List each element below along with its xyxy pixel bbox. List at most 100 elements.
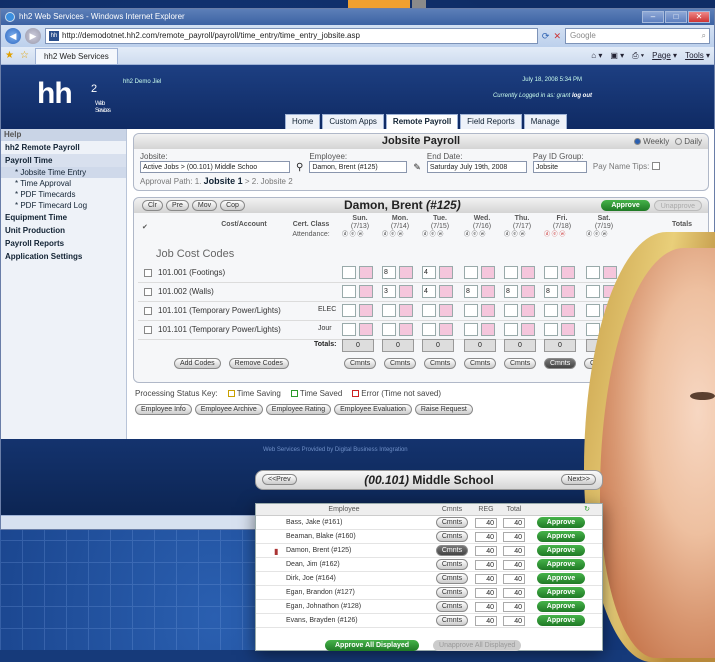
minimize-button[interactable]: – (642, 11, 664, 23)
comments-button[interactable]: Cmnts (435, 545, 469, 556)
hours-cell[interactable] (422, 323, 436, 336)
hours-cell[interactable] (399, 304, 413, 317)
hours-cell[interactable] (544, 323, 558, 336)
sidebar-item[interactable]: Equipment Time (1, 211, 126, 224)
hours-cell[interactable] (561, 304, 575, 317)
hours-cell[interactable] (464, 304, 478, 317)
refresh-icon[interactable]: ↻ (528, 504, 594, 515)
next-button[interactable]: Next>> (561, 474, 596, 485)
hours-cell[interactable] (481, 285, 495, 298)
employee-name[interactable]: Bass, Jake (#161) (256, 519, 432, 526)
sidebar-item[interactable]: Unit Production (1, 224, 126, 237)
tools-menu[interactable]: Tools ▾ (685, 51, 710, 61)
attendance-icons[interactable]: ⓓ ⓔ ⓦ (342, 231, 363, 239)
nav-pre-button[interactable]: Pre (165, 200, 189, 211)
employee-action-button[interactable]: Raise Request (414, 404, 473, 415)
approve-button[interactable]: Approve (536, 559, 586, 570)
comments-button[interactable]: Cmnts (504, 358, 536, 369)
hours-cell[interactable]: 8 (504, 285, 518, 298)
employee-name[interactable]: Beaman, Blake (#160) (256, 533, 432, 540)
employee-name[interactable]: ▮ Damon, Brent (#125) (256, 547, 432, 556)
forward-button[interactable]: ▶ (25, 28, 41, 44)
unapprove-button[interactable]: Unapprove (653, 200, 702, 211)
employee-name[interactable]: Dean, Jim (#162) (256, 561, 432, 568)
sidebar-item[interactable]: * Time Approval (1, 178, 126, 189)
hours-cell[interactable] (439, 304, 453, 317)
comments-button[interactable]: Cmnts (435, 601, 469, 612)
hours-cell[interactable]: 8 (382, 266, 396, 279)
comments-button[interactable]: Cmnts (435, 559, 469, 570)
attendance-icons[interactable]: ⓓ ⓔ ⓦ (586, 231, 607, 239)
back-button[interactable]: ◀ (5, 28, 21, 44)
select-all-checkbox[interactable]: ✔ (142, 223, 148, 231)
employee-name[interactable]: Evans, Brayden (#126) (256, 617, 432, 624)
sidebar-item[interactable]: * PDF Timecards (1, 189, 126, 200)
comments-button[interactable]: Cmnts (384, 358, 416, 369)
hours-cell[interactable] (561, 285, 575, 298)
hours-cell[interactable] (464, 323, 478, 336)
nav-mov-button[interactable]: Mov (191, 200, 218, 211)
hours-cell[interactable] (481, 304, 495, 317)
comments-button[interactable]: Cmnts (344, 358, 376, 369)
attendance-icons[interactable]: ⓓ ⓔ ⓦ (464, 231, 485, 239)
attendance-icons[interactable]: ⓓ ⓔ ⓦ (382, 231, 403, 239)
search-icon[interactable]: ⌕ (702, 29, 706, 43)
search-input[interactable]: Google ⌕ (565, 28, 710, 44)
row-checkbox[interactable] (144, 269, 152, 277)
page-menu[interactable]: Page ▾ (652, 51, 677, 61)
hours-cell[interactable] (521, 285, 535, 298)
unapprove-all-button[interactable]: Unapprove All Displayed (433, 640, 522, 651)
employee-action-button[interactable]: Employee Evaluation (334, 404, 412, 415)
sidebar-help[interactable]: Help (1, 129, 126, 141)
comments-button[interactable]: Cmnts (435, 531, 469, 542)
hours-cell[interactable] (382, 323, 396, 336)
comments-button[interactable]: Cmnts (544, 358, 576, 369)
hours-cell[interactable] (521, 304, 535, 317)
add-favorite-icon[interactable]: ☆ (20, 50, 29, 61)
hours-cell[interactable] (561, 323, 575, 336)
hours-cell[interactable]: 4 (422, 285, 436, 298)
employee-name[interactable]: Dirk, Joe (#164) (256, 575, 432, 582)
comments-button[interactable]: Cmnts (464, 358, 496, 369)
sidebar-item[interactable]: Payroll Reports (1, 237, 126, 250)
hours-cell[interactable] (504, 304, 518, 317)
tab-manage[interactable]: Manage (523, 114, 567, 129)
hours-cell[interactable] (342, 304, 356, 317)
hours-cell[interactable] (342, 285, 356, 298)
close-button[interactable]: ✕ (688, 11, 710, 23)
hours-cell[interactable]: 8 (544, 285, 558, 298)
comments-button[interactable]: Cmnts (435, 615, 469, 626)
sidebar-item[interactable]: hh2 Remote Payroll (1, 141, 126, 154)
row-checkbox[interactable] (144, 307, 152, 315)
employee-action-button[interactable]: Employee Rating (265, 404, 332, 415)
nav-clr-button[interactable]: Clr (142, 200, 163, 211)
pay-name-tips-checkbox[interactable] (651, 162, 660, 170)
sidebar-item[interactable]: * Jobsite Time Entry (1, 167, 126, 178)
tab-custom-apps[interactable]: Custom Apps (322, 114, 384, 129)
hours-cell[interactable] (504, 266, 518, 279)
stop-icon[interactable]: ✕ (553, 31, 561, 42)
hours-cell[interactable] (481, 323, 495, 336)
binoculars-icon[interactable]: ⚲ (296, 162, 303, 173)
maximize-button[interactable]: □ (665, 11, 687, 23)
hours-cell[interactable] (481, 266, 495, 279)
browser-tab[interactable]: hh2 Web Services (34, 47, 118, 64)
hours-cell[interactable] (399, 323, 413, 336)
hours-cell[interactable]: 8 (464, 285, 478, 298)
nav-cop-button[interactable]: Cop (220, 200, 245, 211)
sidebar-item[interactable]: * PDF Timecard Log (1, 200, 126, 211)
employee-name[interactable]: Egan, Brandon (#127) (256, 589, 432, 596)
hours-cell[interactable] (504, 323, 518, 336)
sidebar-item[interactable]: Application Settings (1, 250, 126, 263)
hours-cell[interactable] (399, 266, 413, 279)
feeds-icon[interactable]: ▣ ▾ (610, 51, 624, 61)
hours-cell[interactable] (359, 323, 373, 336)
hours-cell[interactable] (399, 285, 413, 298)
approve-button[interactable]: Approve (536, 601, 586, 612)
refresh-icon[interactable]: ⟳ (542, 31, 550, 42)
hours-cell[interactable]: 4 (422, 266, 436, 279)
tab-field-reports[interactable]: Field Reports (460, 114, 522, 129)
hours-cell[interactable] (586, 304, 600, 317)
row-checkbox[interactable] (144, 326, 152, 334)
hours-cell[interactable] (586, 285, 600, 298)
